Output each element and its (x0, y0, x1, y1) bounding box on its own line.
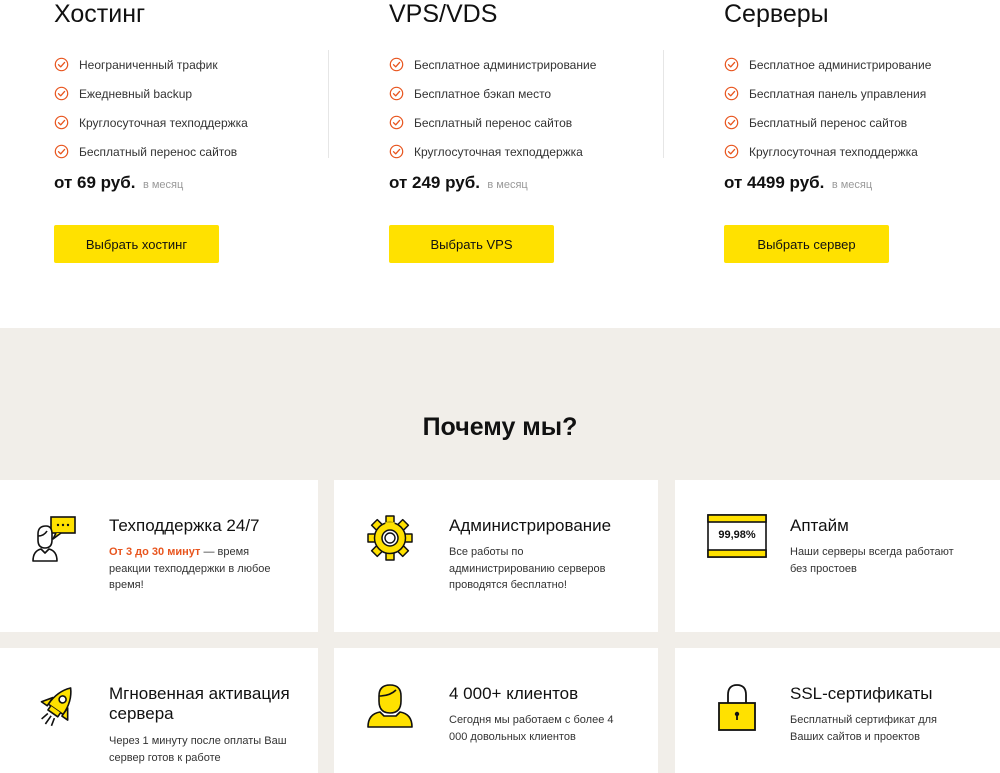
feature-item: Ежедневный backup (54, 79, 248, 108)
feature-card-activation: Мгновенная активация сервера Через 1 мин… (0, 648, 318, 773)
card-title: Мгновенная активация сервера (109, 684, 290, 723)
feature-item: Бесплатный перенос сайтов (54, 137, 248, 166)
price-unit: в месяц (142, 179, 184, 191)
plans-section: Хостинг Неограниченный трафик Ежедневный… (0, 0, 1000, 328)
feature-label: Неограниченный трафик (79, 57, 218, 72)
uptime-value: 99,98% (718, 529, 756, 541)
card-title: Техподдержка 24/7 (109, 516, 260, 535)
feature-card-ssl: SSL-сертификаты Бесплатный сертификат дл… (675, 648, 1000, 773)
feature-label: Круглосуточная техподдержка (79, 115, 248, 130)
response-time-highlight: От 3 до 30 минут (109, 546, 201, 558)
plan-price: от 249 руб. в месяц (389, 173, 528, 193)
feature-item: Бесплатный перенос сайтов (724, 108, 931, 137)
check-icon (389, 115, 404, 130)
feature-label: Бесплатное бэкап место (414, 86, 552, 101)
feature-label: Бесплатный перенос сайтов (749, 115, 908, 130)
choose-server-button[interactable]: Выбрать сервер (724, 225, 889, 263)
feature-list: Бесплатное администрирование Бесплатная … (724, 50, 931, 166)
check-icon (54, 86, 69, 101)
feature-list: Неограниченный трафик Ежедневный backup … (54, 50, 248, 166)
feature-item: Круглосуточная техподдержка (389, 137, 596, 166)
choose-vps-button[interactable]: Выбрать VPS (389, 225, 554, 263)
check-icon (54, 144, 69, 159)
check-icon (724, 144, 739, 159)
price-unit: в месяц (487, 179, 528, 191)
check-icon (389, 57, 404, 72)
card-description: От 3 до 30 минут — время реакции техподд… (109, 544, 289, 594)
price-value: от 4499 руб. (724, 173, 825, 192)
check-icon (54, 115, 69, 130)
feature-item: Бесплатное администрирование (724, 50, 931, 79)
feature-label: Бесплатная панель управления (749, 86, 927, 101)
feature-item: Бесплатный перенос сайтов (389, 108, 596, 137)
feature-label: Бесплатный перенос сайтов (79, 144, 238, 159)
feature-item: Круглосуточная техподдержка (724, 137, 931, 166)
check-icon (389, 144, 404, 159)
feature-item: Бесплатная панель управления (724, 79, 931, 108)
card-title: 4 000+ клиентов (449, 684, 579, 703)
divider (328, 50, 329, 158)
gear-icon (367, 515, 413, 561)
feature-label: Круглосуточная техподдержка (414, 144, 583, 159)
plan-title: Серверы (724, 0, 829, 28)
feature-card-uptime: 99,98% Аптайм Наши серверы всегда работа… (675, 480, 1000, 632)
check-icon (724, 115, 739, 130)
padlock-icon (718, 684, 756, 731)
feature-card-clients: 4 000+ клиентов Сегодня мы работаем с бо… (334, 648, 658, 773)
feature-item: Бесплатное бэкап место (389, 79, 596, 108)
check-icon (54, 57, 69, 72)
plan-price: от 4499 руб. в месяц (724, 173, 872, 193)
card-description: Все работы по администрированию серверов… (449, 546, 606, 591)
check-icon (724, 57, 739, 72)
price-value: от 249 руб. (389, 173, 480, 192)
card-description: Сегодня мы работаем с более 4 000 доволь… (449, 714, 614, 743)
card-description: Через 1 минуту после оплаты Ваш сервер г… (109, 735, 287, 764)
card-title: Администрирование (449, 516, 612, 535)
divider (663, 50, 664, 158)
feature-item: Неограниченный трафик (54, 50, 248, 79)
support-chat-icon (32, 516, 76, 562)
feature-item: Круглосуточная техподдержка (54, 108, 248, 137)
feature-label: Бесплатный перенос сайтов (414, 115, 573, 130)
feature-label: Ежедневный backup (79, 86, 193, 101)
feature-label: Бесплатное администрирование (414, 57, 597, 72)
uptime-display-icon: 99,98% (707, 514, 767, 558)
plan-title: VPS/VDS (389, 0, 498, 28)
section-title: Почему мы? (422, 413, 578, 441)
check-icon (389, 86, 404, 101)
user-icon (367, 684, 413, 728)
feature-list: Бесплатное администрирование Бесплатное … (389, 50, 596, 166)
feature-item: Бесплатное администрирование (389, 50, 596, 79)
card-title: Аптайм (790, 516, 849, 535)
why-us-section: Почему мы? Техподдержка 24/7 От 3 до 30 … (0, 328, 1000, 773)
price-unit: в месяц (831, 179, 873, 191)
feature-label: Круглосуточная техподдержка (749, 144, 918, 159)
plan-title: Хостинг (54, 0, 146, 28)
price-value: от 69 руб. (54, 173, 136, 192)
choose-hosting-button[interactable]: Выбрать хостинг (54, 225, 219, 263)
feature-card-support: Техподдержка 24/7 От 3 до 30 минут — вре… (0, 480, 318, 632)
check-icon (724, 86, 739, 101)
rocket-icon (40, 687, 72, 727)
card-title: SSL-сертификаты (790, 684, 933, 703)
card-description: Наши серверы всегда работают без простое… (790, 546, 954, 575)
card-description: Бесплатный сертификат для Ваших сайтов и… (790, 714, 937, 743)
feature-card-administration: Администрирование Все работы по админист… (334, 480, 658, 632)
feature-label: Бесплатное администрирование (749, 57, 932, 72)
plan-price: от 69 руб. в месяц (54, 173, 183, 193)
